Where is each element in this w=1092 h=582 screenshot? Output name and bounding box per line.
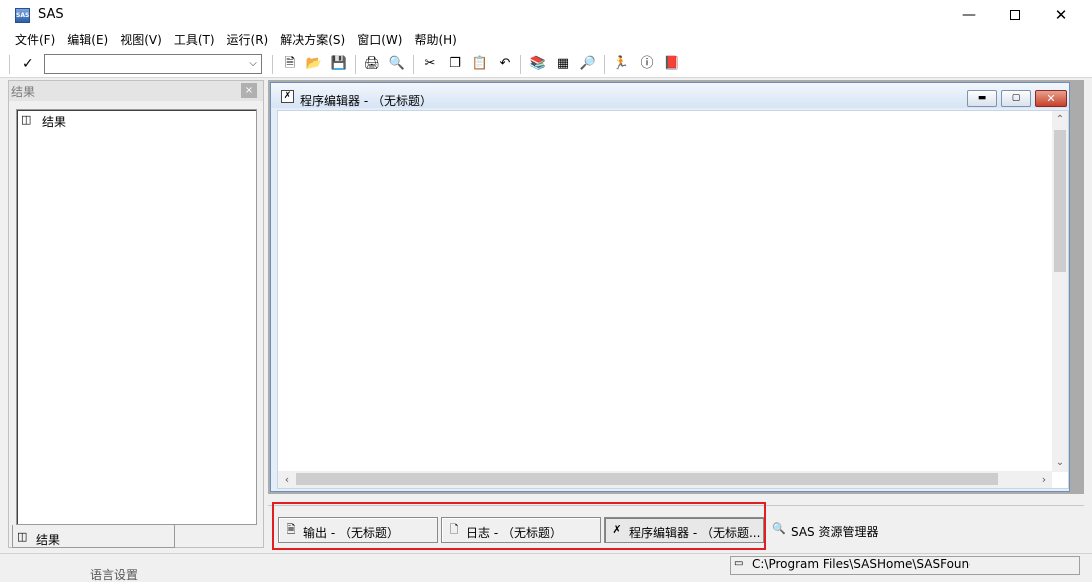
menu-help[interactable]: 帮助(H) xyxy=(408,30,462,51)
results-close-button[interactable]: × xyxy=(241,83,257,98)
menu-file[interactable]: 文件(F) xyxy=(9,30,61,51)
open-icon[interactable]: 📂 xyxy=(305,55,323,73)
window-title: SAS xyxy=(38,7,64,22)
highlight-annotation-box xyxy=(272,502,766,550)
results-tree-item[interactable]: 结果 xyxy=(42,113,66,130)
editor-minimize-button[interactable]: ▬ xyxy=(967,90,997,107)
menu-view[interactable]: 视图(V) xyxy=(114,30,168,51)
toolbar-separator xyxy=(520,55,521,74)
scroll-left-icon[interactable]: ‹ xyxy=(280,472,294,487)
cut-icon[interactable]: ✂ xyxy=(421,55,439,73)
vertical-scroll-thumb[interactable] xyxy=(1054,130,1066,272)
menu-run[interactable]: 运行(R) xyxy=(221,30,275,51)
new-library-icon[interactable]: 📚 xyxy=(529,55,547,73)
toolbar-separator xyxy=(413,55,414,74)
toolbar-separator xyxy=(9,55,10,74)
copy-icon[interactable]: ❐ xyxy=(446,55,464,73)
current-directory-path[interactable]: C:\Program Files\SASHome\SASFound xyxy=(752,557,970,571)
maximize-button[interactable] xyxy=(992,0,1038,30)
background-window-text: 语言设置 xyxy=(90,568,139,582)
menu-solutions[interactable]: 解决方案(S) xyxy=(274,30,351,51)
maximize-icon xyxy=(1010,10,1020,20)
scroll-right-icon[interactable]: › xyxy=(1037,472,1051,487)
break-icon[interactable]: ⓘ xyxy=(638,55,656,73)
menu-bar: 文件(F) 编辑(E) 视图(V) 工具(T) 运行(R) 解决方案(S) 窗口… xyxy=(0,30,1092,51)
toolbar-separator xyxy=(272,55,273,74)
title-bar xyxy=(0,0,1092,30)
editor-title: 程序编辑器 - （无标题） xyxy=(300,94,432,108)
window-tab-label: SAS 资源管理器 xyxy=(791,525,879,539)
undo-icon[interactable]: ↶ xyxy=(496,55,514,73)
results-panel-header xyxy=(9,81,263,101)
paste-icon[interactable]: 📋 xyxy=(471,55,489,73)
toolbar-separator xyxy=(355,55,356,74)
results-tree[interactable] xyxy=(16,109,257,525)
menu-edit[interactable]: 编辑(E) xyxy=(61,30,114,51)
help-book-icon[interactable]: 📕 xyxy=(663,55,681,73)
find-icon[interactable]: 🔎 xyxy=(579,55,597,73)
minimize-button[interactable]: — xyxy=(946,0,992,30)
editor-close-button[interactable]: ✕ xyxy=(1035,90,1067,107)
editor-maximize-button[interactable]: ▢ xyxy=(1001,90,1031,107)
chevron-down-icon[interactable]: ⌵ xyxy=(246,57,260,71)
editor-text-area[interactable] xyxy=(277,110,1069,489)
print-icon[interactable]: 🖨 xyxy=(363,55,381,73)
print-preview-icon[interactable]: 🔍 xyxy=(388,55,406,73)
results-tab-label[interactable]: 结果 xyxy=(36,531,60,548)
save-icon[interactable]: 💾 xyxy=(330,55,348,73)
menu-tools[interactable]: 工具(T) xyxy=(168,30,221,51)
scroll-up-icon[interactable]: ⌃ xyxy=(1052,112,1068,128)
command-submit-icon[interactable]: ✓ xyxy=(22,56,40,72)
command-box[interactable] xyxy=(44,54,262,74)
horizontal-scroll-thumb[interactable] xyxy=(296,473,998,485)
window-tab-explorer[interactable]: 🔍 SAS 资源管理器 xyxy=(767,517,927,543)
scroll-down-icon[interactable]: ⌄ xyxy=(1052,455,1068,471)
results-panel-title: 结果 xyxy=(11,85,36,99)
explorer-icon: 🔍 xyxy=(772,522,786,535)
folder-icon: ▭ xyxy=(734,558,744,569)
close-button[interactable]: ✕ xyxy=(1038,0,1084,30)
run-icon[interactable]: 🏃 xyxy=(612,55,630,73)
results-folder-icon: ◫ xyxy=(21,113,32,126)
results-tab-icon: ◫ xyxy=(17,530,28,543)
toolbar-separator xyxy=(604,55,605,74)
explorer-icon[interactable]: ▦ xyxy=(554,55,572,73)
sas-app-icon: SAS xyxy=(15,8,30,23)
menu-window[interactable]: 窗口(W) xyxy=(351,30,408,51)
new-icon[interactable]: 🗎 xyxy=(281,55,299,73)
editor-icon: ✗ xyxy=(281,90,294,103)
